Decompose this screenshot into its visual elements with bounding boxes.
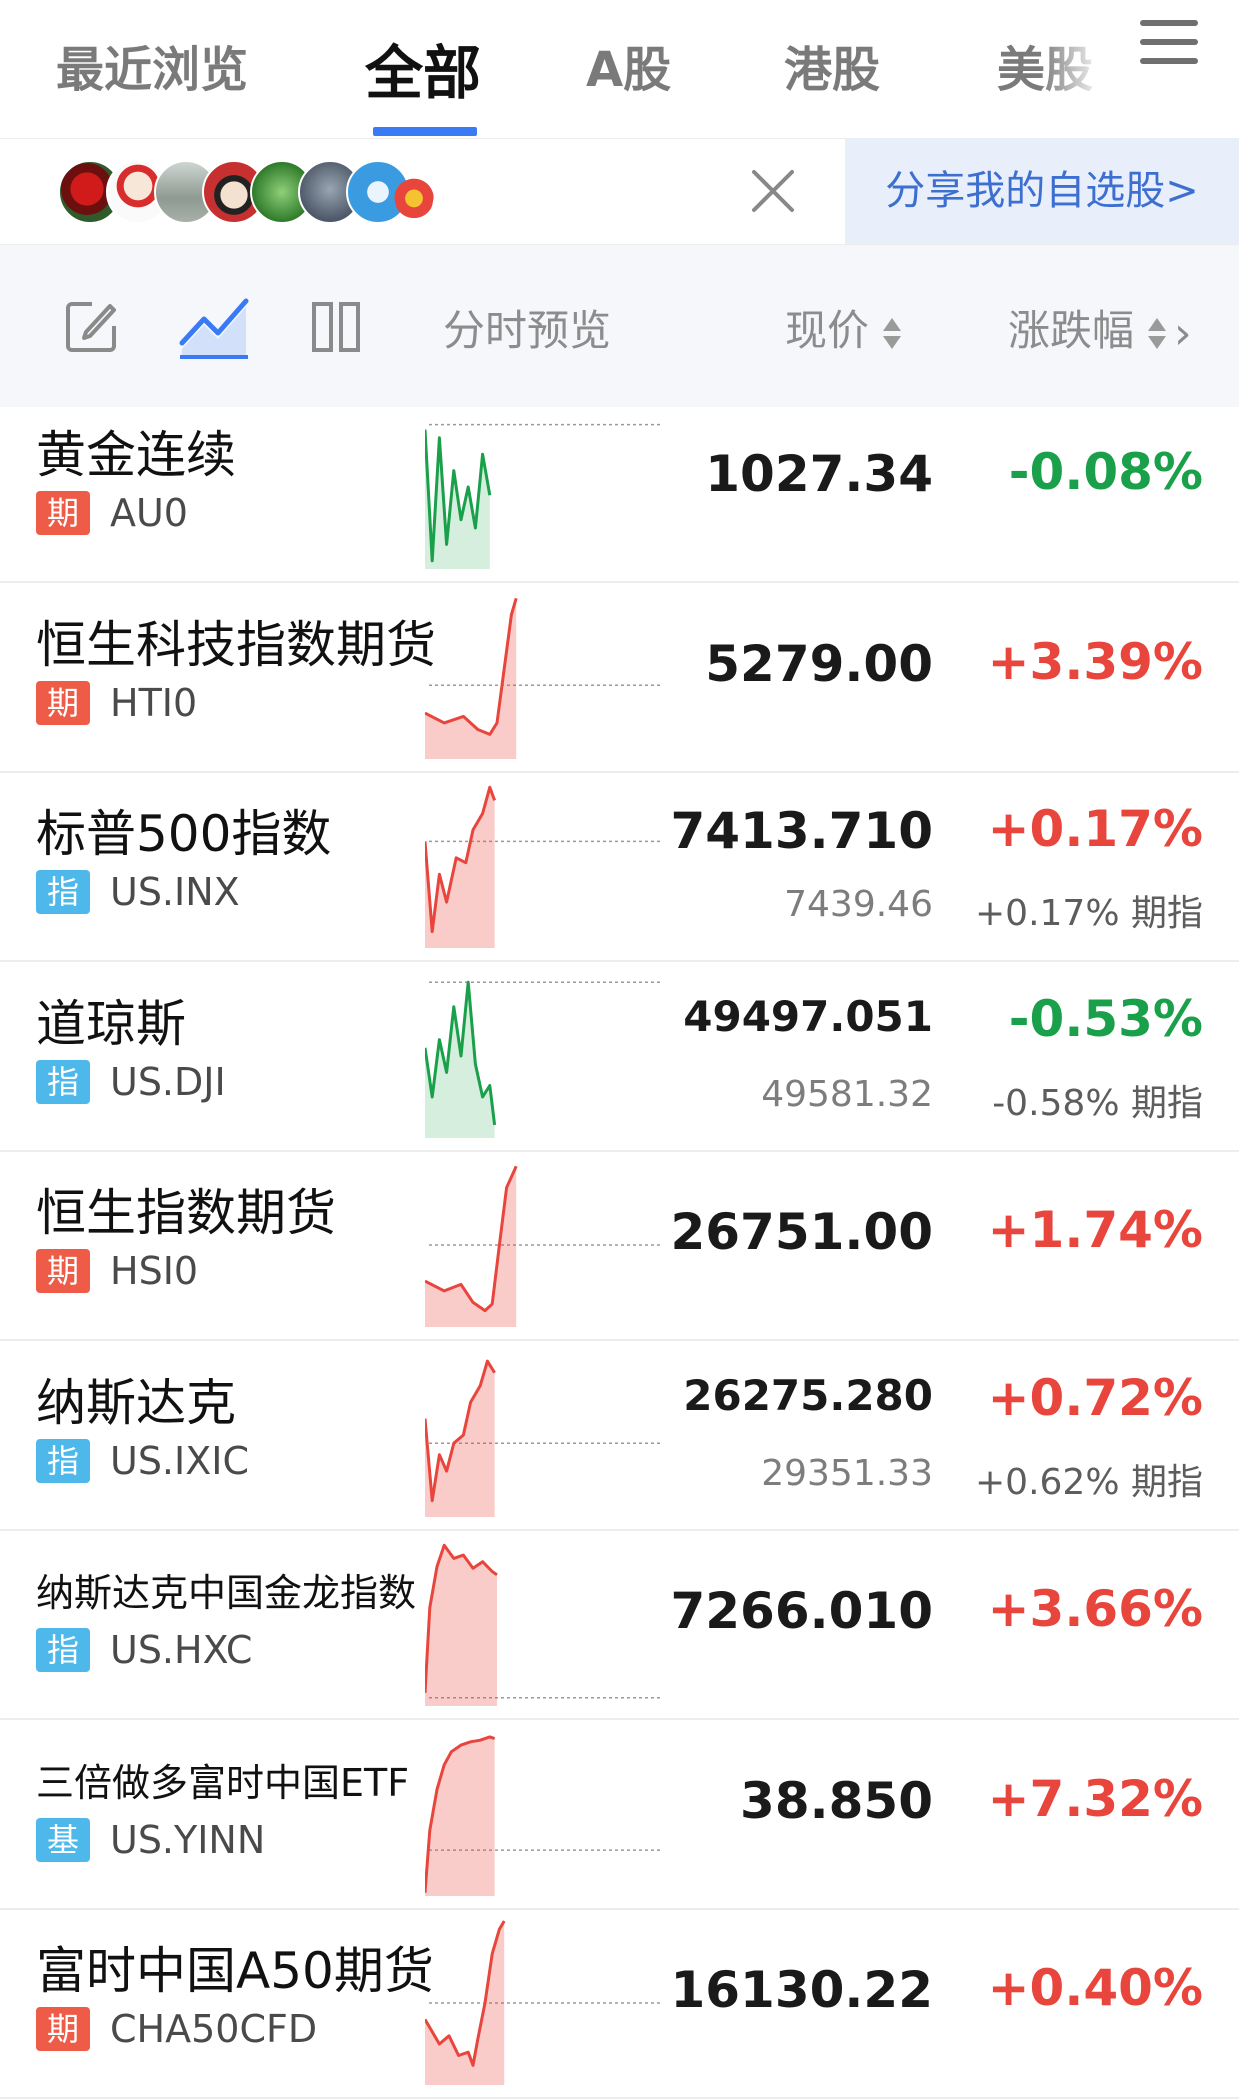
sparkline-down: [425, 423, 663, 569]
change-percent: +0.17%: [987, 800, 1203, 858]
watchlist-row[interactable]: 纳斯达克中国金龙指数指 US.HXC 7266.010 +3.66%: [0, 1530, 1239, 1720]
security-name: 三倍做多富时中国ETF: [36, 1760, 410, 1805]
change-percent: +1.74%: [987, 1201, 1203, 1259]
sparkline-area: [425, 1166, 517, 1327]
current-price: 7266.010: [670, 1582, 933, 1640]
sort-icon: [1146, 314, 1168, 354]
futures-badge: 期: [36, 1249, 90, 1293]
change-column-label: 涨跌幅: [1008, 306, 1135, 355]
futures-price: 7439.46: [784, 884, 933, 925]
security-code: US.IXIC: [110, 1438, 249, 1483]
change-sort-header[interactable]: 涨跌幅 ›: [1008, 297, 1192, 359]
security-code: AU0: [110, 491, 188, 535]
futures-change: -0.58% 期指: [992, 1082, 1203, 1124]
sparkline-up: [425, 1165, 663, 1327]
security-name: 纳斯达克: [36, 1373, 236, 1432]
share-bar: 分享我的自选股>: [0, 138, 1239, 245]
change-percent: +3.39%: [987, 632, 1203, 691]
change-percent: -0.53%: [1008, 989, 1203, 1048]
sparkline-up: [425, 597, 663, 759]
current-price: 38.850: [740, 1771, 933, 1830]
futures-price: 29351.33: [761, 1452, 933, 1494]
tab-a-shares[interactable]: A股: [586, 30, 671, 100]
change-percent: +0.72%: [987, 1368, 1203, 1427]
chevron-right-icon[interactable]: ›: [1174, 308, 1192, 359]
security-name: 恒生科技指数期货: [36, 615, 436, 674]
index-badge: 指: [36, 1438, 90, 1483]
fund-badge: 基: [36, 1817, 90, 1862]
sparkline-up: [425, 1543, 663, 1706]
preview-column-label: 分时预览: [443, 306, 612, 355]
sparkline-up: [425, 785, 663, 948]
security-code: US.YINN: [110, 1817, 266, 1862]
watchlist-row[interactable]: 恒生科技指数期货期 HTI0 5279.00 +3.39%: [0, 583, 1239, 773]
change-percent: +7.32%: [987, 1769, 1203, 1828]
security-code: US.INX: [110, 870, 240, 914]
price-sort-header[interactable]: 现价: [785, 297, 903, 358]
futures-badge: 期: [36, 491, 90, 535]
current-price: 49497.051: [683, 991, 933, 1041]
watchlist-row[interactable]: 纳斯达克指 US.IXIC 26275.280 +0.72% 29351.33 +0.62…: [0, 1341, 1239, 1531]
index-badge: 指: [36, 870, 90, 914]
tab-fade-overlay: [1040, 0, 1120, 130]
sparkline-down: [425, 980, 663, 1138]
futures-price: 49581.32: [761, 1073, 933, 1115]
watchlist-row[interactable]: 黄金连续期 AU0 1027.34 -0.08%: [0, 393, 1239, 583]
security-name: 恒生指数期货: [36, 1184, 336, 1242]
futures-badge: 期: [36, 2007, 90, 2051]
index-badge: 指: [36, 1628, 90, 1672]
security-name: 道琼斯: [36, 994, 186, 1053]
security-name: 黄金连续: [36, 426, 236, 484]
current-price: 16130.22: [670, 1961, 933, 2019]
current-price: 1027.34: [705, 445, 933, 503]
share-watchlist-button[interactable]: 分享我的自选股>: [845, 138, 1239, 244]
edit-icon[interactable]: [62, 298, 120, 356]
futures-badge: 期: [36, 680, 90, 725]
watchlist-row[interactable]: 富时中国A50期货期 CHA50CFD 16130.22 +0.40%: [0, 1909, 1239, 2099]
security-name: 纳斯达克中国金龙指数: [36, 1571, 417, 1615]
tab-hk-shares[interactable]: 港股: [784, 30, 880, 100]
sparkline-area: [425, 1736, 495, 1896]
security-name: 富时中国A50期货: [36, 1942, 434, 2000]
sparkline-up: [425, 1734, 663, 1896]
sparkline-view-icon[interactable]: [178, 293, 250, 359]
change-percent: -0.08%: [1008, 443, 1203, 501]
close-icon[interactable]: [748, 166, 798, 216]
price-column-label: 现价: [785, 306, 870, 355]
futures-change: +0.17% 期指: [975, 893, 1203, 934]
sparkline-up: [425, 1920, 663, 2085]
sparkline-up: [425, 1359, 663, 1517]
active-tab-indicator: [373, 127, 477, 136]
watchlist-row[interactable]: 恒生指数期货期 HSI0 26751.00 +1.74%: [0, 1151, 1239, 1341]
watchlist-row[interactable]: 道琼斯指 US.DJI 49497.051 -0.53% 49581.32 -0.58% …: [0, 962, 1239, 1152]
security-code: CHA50CFD: [110, 2007, 318, 2051]
top-tab-bar: 最近浏览 全部 A股 港股 美股: [0, 0, 1239, 139]
change-percent: +3.66%: [987, 1580, 1203, 1638]
current-price: 26751.00: [670, 1203, 933, 1261]
current-price: 5279.00: [705, 634, 933, 693]
futures-change: +0.62% 期指: [975, 1461, 1203, 1503]
security-code: HSI0: [110, 1249, 199, 1293]
sort-icon: [881, 314, 903, 354]
column-header: 分时预览 现价 涨跌幅 ›: [0, 245, 1239, 407]
weibo-logo-icon: [394, 160, 434, 224]
menu-icon[interactable]: [1140, 20, 1198, 68]
watchlist-row[interactable]: 三倍做多富时中国ETF 基 US.YINN 38.850 +7.32%: [0, 1720, 1239, 1910]
current-price: 7413.710: [670, 802, 933, 860]
index-badge: 指: [36, 1059, 90, 1104]
security-code: US.DJI: [110, 1059, 226, 1104]
change-percent: +0.40%: [987, 1959, 1203, 2017]
watchlist-row[interactable]: 标普500指数指 US.INX 7413.710 +0.17% 7439.46 +0.17…: [0, 772, 1239, 962]
security-code: HTI0: [110, 680, 198, 725]
security-code: US.HXC: [110, 1628, 253, 1672]
columns-view-icon[interactable]: [311, 301, 361, 353]
current-price: 26275.280: [683, 1370, 933, 1420]
security-name: 标普500指数: [36, 805, 332, 863]
tab-recent[interactable]: 最近浏览: [56, 30, 248, 100]
tab-all[interactable]: 全部: [365, 26, 481, 110]
